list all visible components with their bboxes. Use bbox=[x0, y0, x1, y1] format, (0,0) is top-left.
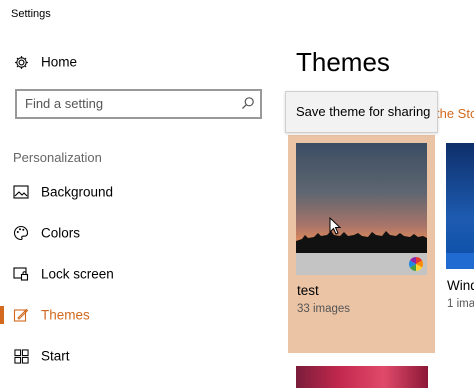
theme-color-strip bbox=[296, 253, 427, 275]
theme-card-flowers[interactable] bbox=[296, 366, 428, 388]
sidebar-item-label: Start bbox=[41, 348, 70, 364]
search-input[interactable]: Find a setting bbox=[15, 89, 262, 119]
sidebar-item-start[interactable]: Start bbox=[0, 338, 278, 374]
color-wheel-icon bbox=[409, 257, 423, 271]
themes-brush-icon bbox=[13, 307, 29, 323]
theme-name: test bbox=[297, 283, 319, 298]
sidebar-item-lock-screen[interactable]: Lock screen bbox=[0, 256, 278, 292]
title-bar: Settings bbox=[0, 0, 474, 30]
sidebar: Home Find a setting Personalization Back… bbox=[0, 30, 278, 388]
page-title: Themes bbox=[296, 47, 390, 77]
sidebar-item-label: Themes bbox=[41, 307, 90, 323]
palette-icon bbox=[13, 225, 29, 241]
sidebar-item-label: Home bbox=[41, 54, 78, 70]
sidebar-item-label: Colors bbox=[41, 225, 81, 241]
sidebar-item-label: Background bbox=[41, 184, 114, 200]
theme-image-count: 33 images bbox=[297, 303, 351, 315]
start-grid-icon bbox=[13, 348, 29, 364]
main-content: Themes the Sto Save theme for sharing te… bbox=[278, 30, 474, 388]
sidebar-item-background[interactable]: Background bbox=[0, 174, 278, 210]
sidebar-item-themes[interactable]: Themes bbox=[0, 297, 278, 333]
theme-preview-image bbox=[296, 143, 427, 253]
theme-color-strip bbox=[446, 253, 474, 269]
window-title: Settings bbox=[11, 8, 51, 20]
sidebar-item-label: Lock screen bbox=[41, 266, 114, 282]
gear-icon bbox=[13, 54, 29, 70]
tooltip-text: Save theme for sharing bbox=[296, 104, 431, 119]
mouse-cursor-icon bbox=[329, 216, 342, 240]
theme-card-windows[interactable] bbox=[446, 143, 474, 269]
theme-card-test[interactable]: test 33 images bbox=[288, 135, 435, 353]
lock-screen-icon bbox=[13, 266, 29, 282]
section-header-personalization: Personalization bbox=[13, 150, 102, 165]
save-theme-tooltip[interactable]: Save theme for sharing bbox=[285, 91, 438, 133]
search-placeholder: Find a setting bbox=[25, 96, 104, 111]
sidebar-item-home[interactable]: Home bbox=[0, 44, 278, 80]
theme-name: Wind bbox=[447, 278, 474, 293]
search-icon[interactable] bbox=[241, 96, 255, 110]
sidebar-item-colors[interactable]: Colors bbox=[0, 215, 278, 251]
image-icon bbox=[13, 184, 29, 200]
store-link[interactable]: the Sto bbox=[436, 106, 474, 121]
theme-image-count: 1 ima bbox=[447, 298, 474, 310]
active-indicator bbox=[0, 306, 4, 324]
